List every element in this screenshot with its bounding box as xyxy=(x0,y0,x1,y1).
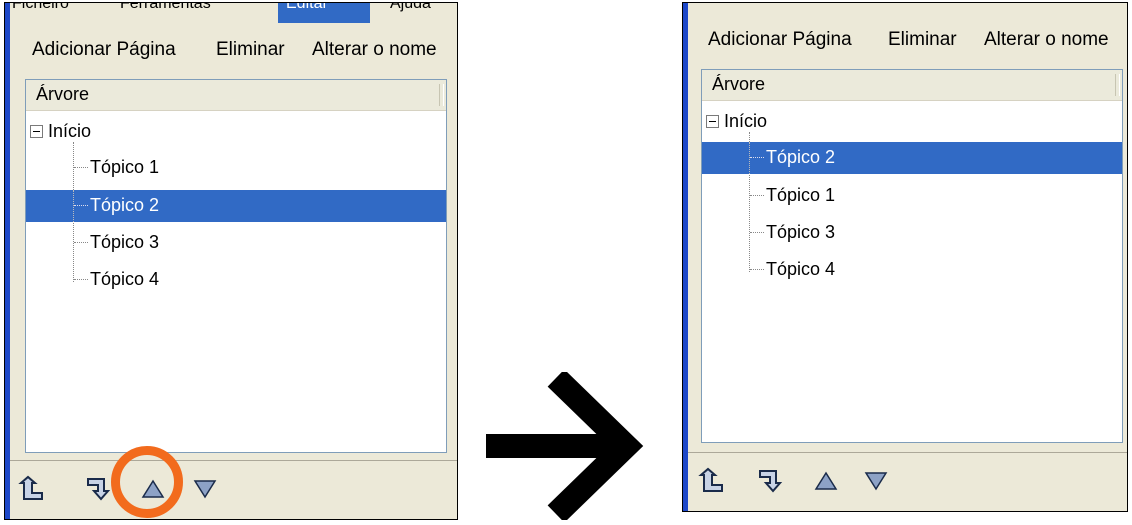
menu-ajuda[interactable]: Ajuda xyxy=(390,3,431,13)
tree-connector xyxy=(73,190,74,222)
tree-header-label: Árvore xyxy=(712,74,766,94)
tree-connector xyxy=(749,142,750,174)
tree-row[interactable]: Tópico 3 xyxy=(702,217,1122,249)
menu-ficheiro[interactable]: Ficheiro xyxy=(12,3,69,13)
tree-item-label: Tópico 3 xyxy=(90,232,160,252)
tree-item-label: Tópico 1 xyxy=(766,185,836,205)
tree-column-header[interactable]: Árvore xyxy=(26,80,446,111)
tree-row[interactable]: Tópico 4 xyxy=(26,264,446,296)
column-resize-handle[interactable] xyxy=(1115,74,1120,96)
tree-connector xyxy=(74,205,88,206)
tree-root-label: Início xyxy=(724,111,768,131)
tree-row-selected[interactable]: Tópico 2 xyxy=(26,190,446,222)
tree-toolbar xyxy=(10,460,457,519)
tree-item-label: Tópico 4 xyxy=(90,269,160,289)
menu-ferramentas[interactable]: Ferramentas xyxy=(120,3,211,13)
add-page-button[interactable]: Adicionar Página xyxy=(32,39,176,61)
action-bar: Adicionar Página Eliminar Alterar o nome xyxy=(688,27,1127,67)
window-edge xyxy=(683,3,688,511)
menu-editar[interactable]: Editar xyxy=(286,3,328,13)
column-resize-handle[interactable] xyxy=(439,84,444,106)
tree-item-label: Tópico 2 xyxy=(90,195,160,215)
tree-connector xyxy=(750,157,764,158)
tree-toolbar xyxy=(688,452,1127,511)
delete-button[interactable]: Eliminar xyxy=(888,29,957,51)
move-down-icon[interactable] xyxy=(864,471,888,491)
after-panel: Adicionar Página Eliminar Alterar o nome… xyxy=(682,2,1128,512)
move-in-icon[interactable] xyxy=(84,475,112,503)
menu-bar: Ficheiro Ferramentas Editar Ajuda xyxy=(10,3,457,25)
tree-item-label: Tópico 3 xyxy=(766,222,836,242)
tree-root-row[interactable]: Início xyxy=(702,106,1122,138)
add-page-button[interactable]: Adicionar Página xyxy=(708,29,852,51)
move-in-icon[interactable] xyxy=(756,467,784,495)
tree-root-label: Início xyxy=(48,121,92,141)
collapse-icon[interactable] xyxy=(706,115,719,128)
window-edge xyxy=(5,3,10,519)
move-out-icon[interactable] xyxy=(18,475,46,503)
before-panel: Ficheiro Ferramentas Editar Ajuda Adicio… xyxy=(4,2,458,520)
move-down-icon[interactable] xyxy=(193,479,217,499)
tree-column-header[interactable]: Árvore xyxy=(702,70,1122,101)
move-up-icon[interactable] xyxy=(814,471,838,491)
tree-row-selected[interactable]: Tópico 2 xyxy=(702,142,1122,174)
tree-view[interactable]: Árvore Início Tópico 2 Tópico 1 Tópico 3… xyxy=(701,69,1123,443)
action-bar: Adicionar Página Eliminar Alterar o nome xyxy=(10,37,457,77)
tree-row[interactable]: Tópico 3 xyxy=(26,227,446,259)
tree-item-label: Tópico 1 xyxy=(90,157,160,177)
rename-button[interactable]: Alterar o nome xyxy=(984,29,1109,51)
tree-item-label: Tópico 4 xyxy=(766,259,836,279)
tree-view[interactable]: Árvore Início Tópico 1 Tópico 2 Tópico 3… xyxy=(25,79,447,453)
tree-header-label: Árvore xyxy=(36,84,90,104)
tree-item-label: Tópico 2 xyxy=(766,147,836,167)
tree-row[interactable]: Tópico 1 xyxy=(26,152,446,184)
delete-button[interactable]: Eliminar xyxy=(216,39,285,61)
tree-row[interactable]: Tópico 1 xyxy=(702,180,1122,212)
collapse-icon[interactable] xyxy=(30,125,43,138)
move-out-icon[interactable] xyxy=(698,467,726,495)
arrow-right-icon xyxy=(486,372,644,520)
tree-row[interactable]: Tópico 4 xyxy=(702,254,1122,286)
rename-button[interactable]: Alterar o nome xyxy=(312,39,437,61)
highlight-circle xyxy=(111,446,183,518)
tree-root-row[interactable]: Início xyxy=(26,116,446,148)
